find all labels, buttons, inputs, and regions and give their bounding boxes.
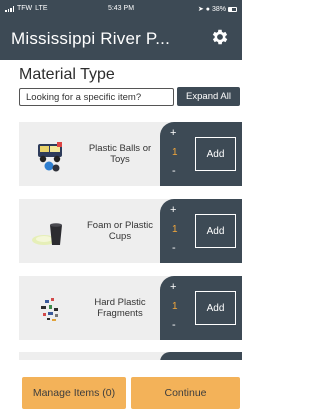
status-bar: TFW LTE 5:43 PM ➤ ● 38% bbox=[0, 0, 242, 18]
increment-button[interactable]: + bbox=[170, 127, 176, 139]
battery-percent: 38% bbox=[211, 5, 226, 13]
app-header: Mississippi River P... bbox=[0, 18, 242, 60]
quantity-controls: + 1 - Add bbox=[160, 122, 242, 186]
quantity-controls: + 1 - Add bbox=[160, 276, 242, 340]
gear-icon[interactable] bbox=[210, 27, 230, 47]
location-icon: ➤ bbox=[197, 6, 204, 13]
continue-button[interactable]: Continue bbox=[131, 377, 240, 409]
search-input[interactable] bbox=[19, 88, 174, 106]
item-card: Plastic Balls or Toys + 1 - Add bbox=[19, 122, 242, 186]
decrement-button[interactable]: - bbox=[172, 165, 176, 177]
quantity-controls: + 1 - Add bbox=[160, 199, 242, 263]
status-right: ➤ ● 38% bbox=[198, 5, 237, 13]
plastic-cup-icon bbox=[32, 223, 62, 245]
alarm-icon: ● bbox=[205, 5, 210, 13]
manage-items-button[interactable]: Manage Items (0) bbox=[22, 377, 126, 409]
section-title: Material Type bbox=[19, 66, 115, 83]
plastic-fragments-icon bbox=[41, 298, 58, 321]
page-title: Mississippi River P... bbox=[11, 29, 171, 48]
add-button[interactable]: Add bbox=[195, 214, 236, 248]
item-card: Hard Plastic Fragments + 1 - Add bbox=[19, 276, 242, 340]
quantity-value: 1 bbox=[172, 301, 178, 312]
add-button[interactable]: Add bbox=[195, 291, 236, 325]
expand-all-button[interactable]: Expand All bbox=[177, 87, 240, 106]
increment-button[interactable]: + bbox=[170, 204, 176, 216]
plastic-toys-icon bbox=[38, 142, 62, 172]
item-label: Foam or Plastic Cups bbox=[87, 220, 153, 242]
increment-button[interactable]: + bbox=[170, 281, 176, 293]
item-label: Plastic Balls or Toys bbox=[88, 143, 152, 165]
add-button[interactable]: Add bbox=[195, 137, 236, 171]
quantity-value: 1 bbox=[172, 147, 178, 158]
item-label: Hard Plastic Fragments bbox=[94, 297, 146, 319]
item-card: Foam or Plastic Cups + 1 - Add bbox=[19, 199, 242, 263]
quantity-value: 1 bbox=[172, 224, 178, 235]
battery-icon bbox=[228, 6, 237, 12]
decrement-button[interactable]: - bbox=[172, 242, 176, 254]
decrement-button[interactable]: - bbox=[172, 319, 176, 331]
